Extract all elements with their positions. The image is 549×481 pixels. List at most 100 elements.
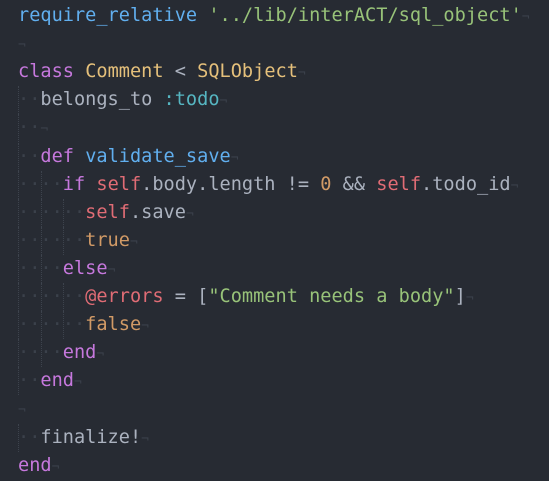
code-token: < (163, 61, 198, 83)
eol-marker: ¬ (107, 262, 116, 278)
eol-marker: ¬ (129, 234, 138, 250)
whitespace-marker: ·· (18, 426, 41, 448)
code-line[interactable]: ··end¬ (18, 367, 82, 396)
code-token: .save (129, 201, 186, 223)
code-token: SQLObject (197, 61, 298, 83)
eol-marker: ¬ (465, 291, 474, 306)
code-token: validate_save (85, 145, 231, 167)
code-token: ] (454, 286, 466, 307)
eol-marker: ¬ (51, 459, 60, 475)
code-token: end (62, 342, 97, 364)
code-token: end (40, 370, 74, 392)
code-token: end (18, 454, 52, 476)
whitespace-marker: ······ (18, 286, 86, 307)
eol-marker: ¬ (230, 150, 239, 166)
code-line[interactable]: ····else¬ (18, 254, 116, 283)
eol-marker: ¬ (141, 319, 149, 335)
indent-guide (18, 367, 19, 396)
indent-guide (18, 226, 19, 255)
indent-guide (18, 86, 19, 115)
code-line[interactable]: require_relative '../lib/interACT/sql_ob… (18, 2, 530, 30)
eol-marker: ¬ (40, 122, 49, 138)
indent-guide (40, 198, 42, 227)
code-editor[interactable]: require_relative '../lib/interACT/sql_ob… (0, 0, 549, 481)
code-line[interactable]: ··def validate_save¬ (18, 142, 239, 171)
eol-marker: ¬ (219, 94, 228, 110)
eol-marker: ¬ (96, 347, 105, 363)
indent-guide (18, 198, 19, 227)
indent-guide (18, 254, 19, 283)
eol-marker: ¬ (141, 431, 149, 447)
code-token: Comment (85, 61, 164, 83)
indent-guide (63, 226, 65, 255)
code-token: && (331, 173, 377, 195)
code-token: .todo_id (421, 173, 511, 195)
eol-marker: ¬ (510, 178, 519, 194)
code-line[interactable]: ······true¬ (18, 226, 138, 255)
code-token: true (85, 229, 130, 251)
whitespace-marker: ······ (18, 314, 86, 336)
indent-guide (18, 142, 19, 171)
indent-guide (18, 339, 19, 368)
indent-guide (18, 423, 19, 452)
eol-marker: ¬ (185, 206, 194, 222)
code-token: .body.length != (141, 173, 321, 195)
indent-guide (18, 311, 19, 340)
code-line[interactable]: ······@errors = ["Comment needs a body"]… (18, 283, 474, 311)
eol-marker: ¬ (18, 403, 26, 419)
indent-guide (63, 198, 65, 227)
code-line[interactable]: ····if self.body.length != 0 && self.tod… (18, 170, 519, 199)
indent-guide (40, 226, 42, 255)
indent-guide (40, 283, 42, 311)
code-line[interactable]: ¬ (18, 30, 26, 58)
eol-marker: ¬ (18, 38, 26, 54)
indent-guide (18, 283, 19, 311)
code-token: self (85, 201, 130, 223)
code-token: "Comment needs a body" (208, 286, 455, 307)
code-line[interactable]: ··¬ (18, 114, 49, 143)
code-token: self (96, 173, 142, 195)
code-line[interactable]: end¬ (18, 452, 59, 480)
code-token: belongs_to (40, 89, 153, 111)
indent-guide (63, 283, 65, 311)
indent-guide (63, 311, 65, 340)
whitespace-marker: ·· (18, 89, 41, 111)
eol-marker: ¬ (73, 375, 82, 391)
whitespace-marker: ······ (18, 229, 86, 251)
indent-guide (18, 114, 19, 143)
code-token: def (40, 145, 74, 167)
code-line[interactable]: ··belongs_to :todo¬ (18, 86, 228, 115)
code-token: false (85, 314, 142, 336)
whitespace-marker: ······ (18, 201, 86, 223)
eol-marker: ¬ (521, 10, 530, 25)
indent-guide (40, 170, 42, 199)
whitespace-marker: ·· (18, 370, 41, 392)
code-line[interactable]: ····end¬ (18, 339, 105, 368)
whitespace-marker: ·· (18, 145, 41, 167)
indent-guide (18, 170, 19, 199)
code-line[interactable]: ¬ (18, 395, 26, 423)
code-token: require_relative (18, 5, 198, 26)
code-token: '../lib/interACT/sql_object' (208, 5, 522, 26)
code-token: self (376, 173, 422, 195)
code-token: else (62, 257, 108, 279)
code-line[interactable]: ······self.save¬ (18, 198, 194, 227)
indent-guide (40, 311, 42, 340)
code-token: class (18, 61, 74, 83)
code-line[interactable]: ······false¬ (18, 311, 149, 340)
code-token: @errors (85, 286, 164, 307)
code-line[interactable]: ··finalize!¬ (18, 423, 149, 452)
indent-guide (40, 254, 42, 283)
indent-guide (40, 339, 42, 368)
code-line[interactable]: class Comment < SQLObject¬ (18, 58, 306, 86)
code-token: = [ (163, 286, 209, 307)
code-token: :todo (163, 89, 220, 111)
eol-marker: ¬ (297, 66, 306, 82)
code-token: finalize! (40, 426, 142, 448)
whitespace-marker: ·· (18, 117, 41, 139)
